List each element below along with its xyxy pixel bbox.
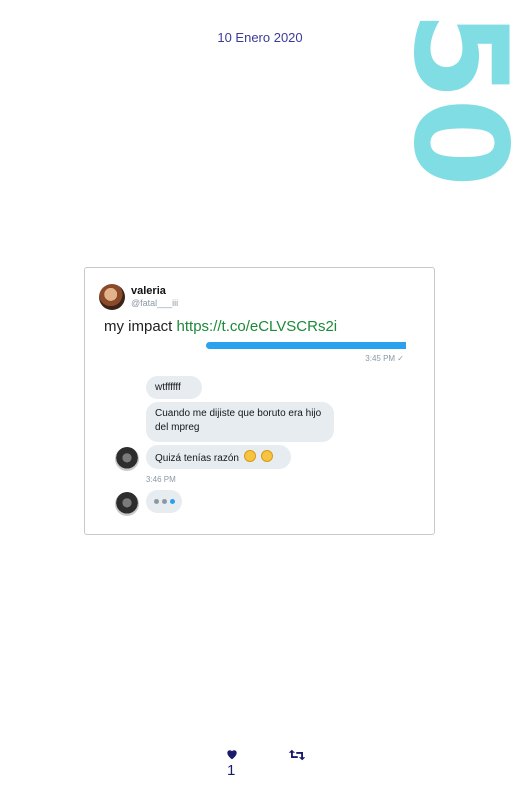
handle: @fatal___iii — [131, 298, 179, 308]
tweet-link[interactable]: https://t.co/eCLVSCRs2i — [177, 318, 338, 335]
sent-timestamp: 3:45 PM ✓ — [365, 354, 404, 363]
tweet-header: valeria @fatal___iii — [99, 284, 178, 310]
contact-avatar — [115, 447, 139, 471]
typing-dot — [161, 499, 167, 504]
like-count: 1 — [227, 762, 236, 779]
avatar — [99, 284, 125, 310]
screenshot-card: valeria @fatal___iii my impact https://t… — [84, 267, 435, 535]
post-number: 50 — [385, 11, 520, 186]
sent-message-bar — [206, 342, 406, 349]
crying-laughing-emoji-icon — [260, 450, 273, 462]
message-text: Quizá tenías razón — [155, 453, 239, 464]
typing-indicator — [146, 490, 182, 513]
tweet-author: valeria @fatal___iii — [131, 285, 178, 309]
tweet-text: my impact https://t.co/eCLVSCRs2i — [104, 318, 337, 335]
message-bubble: wtffffff — [146, 376, 202, 399]
message-bubble: Quizá tenías razón — [146, 445, 291, 469]
received-timestamp: 3:46 PM — [146, 475, 176, 484]
typing-dot — [169, 499, 175, 504]
heart-icon[interactable] — [225, 747, 239, 761]
display-name: valeria — [131, 285, 166, 297]
retweet-icon[interactable] — [288, 748, 306, 762]
message-bubble: Cuando me dijiste que boruto era hijo de… — [146, 402, 334, 442]
contact-avatar — [115, 492, 139, 516]
tweet-body: my impact — [104, 318, 173, 335]
typing-dot — [153, 499, 159, 504]
crying-laughing-emoji-icon — [243, 450, 256, 462]
